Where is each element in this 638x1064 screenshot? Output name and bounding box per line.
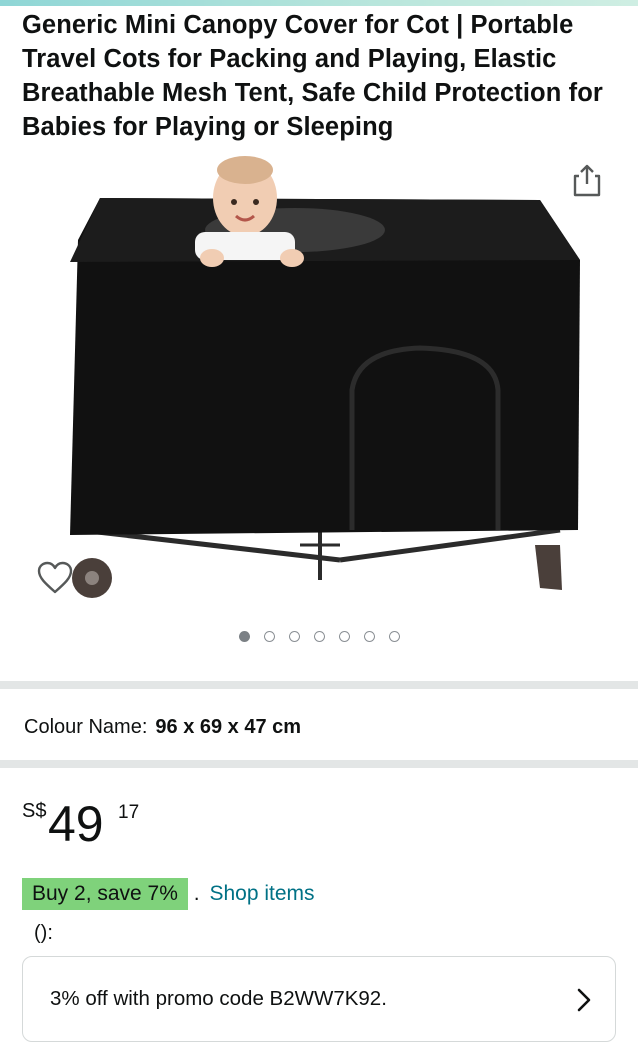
image-pagination: [0, 631, 638, 647]
chevron-right-icon: [577, 988, 591, 1012]
pagination-dot[interactable]: [238, 631, 250, 642]
product-photo: [70, 156, 580, 598]
misc-text: ():: [34, 922, 53, 944]
section-divider: [0, 760, 638, 768]
variation-label: Colour Name:: [24, 716, 148, 738]
deal-badge: Buy 2, save 7%: [22, 878, 188, 910]
heart-icon: [37, 561, 73, 594]
pagination-dot[interactable]: [313, 631, 325, 642]
pagination-dot[interactable]: [388, 631, 400, 642]
deal-separator: .: [193, 882, 200, 905]
wishlist-button[interactable]: [36, 560, 74, 596]
product-image[interactable]: [40, 150, 600, 610]
product-title: Generic Mini Canopy Cover for Cot | Port…: [22, 11, 603, 141]
variation-value: 96 x 69 x 47 cm: [155, 716, 302, 738]
promo-text: 3% off with promo code B2WW7K92.: [50, 987, 387, 1010]
pagination-dot[interactable]: [338, 631, 350, 642]
pagination-dot[interactable]: [363, 631, 375, 642]
share-button[interactable]: [570, 162, 604, 198]
price-currency: S$: [22, 800, 47, 822]
pagination-dot[interactable]: [288, 631, 300, 642]
shop-items-link[interactable]: Shop items: [209, 882, 314, 905]
pagination-dot[interactable]: [263, 631, 275, 642]
share-icon: [573, 164, 601, 197]
price-whole: 49: [48, 796, 104, 852]
section-divider: [0, 681, 638, 689]
price-fraction: 17: [118, 802, 140, 823]
variation-row[interactable]: Colour Name: 96 x 69 x 47 cm: [24, 714, 301, 740]
deal-row: Buy 2, save 7% . Shop items: [22, 878, 315, 910]
promo-card[interactable]: 3% off with promo code B2WW7K92.: [22, 956, 616, 1042]
top-accent-strip: [0, 0, 638, 6]
